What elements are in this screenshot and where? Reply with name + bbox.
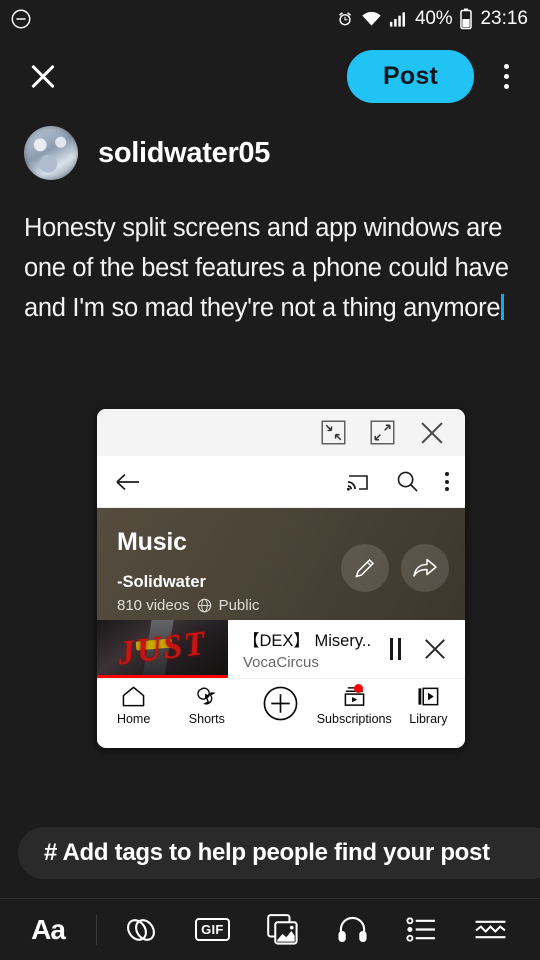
plus-circle-icon: [262, 685, 299, 722]
text-format-button[interactable]: Aa: [0, 914, 96, 946]
composer-toolbar: Post: [0, 38, 540, 114]
mini-player-title: 【DEX】 Misery..: [243, 632, 372, 650]
pause-icon[interactable]: [390, 638, 401, 660]
battery-icon: [459, 8, 473, 30]
playlist-banner: Music -Solidwater 810 videos Public: [97, 508, 465, 620]
nav-label: Library: [409, 712, 448, 726]
kebab-menu-icon[interactable]: [445, 472, 449, 491]
window-chrome: [97, 409, 465, 456]
cell-signal-icon: [389, 10, 408, 28]
app-bar: [97, 456, 465, 508]
mini-player-thumbnail[interactable]: JUST: [97, 620, 228, 678]
playlist-video-count: 810 videos: [117, 597, 190, 614]
mini-player-controls: [384, 620, 465, 678]
image-icon[interactable]: [267, 914, 300, 945]
poll-list-icon[interactable]: [406, 915, 437, 944]
author-row: solidwater05: [0, 114, 540, 180]
composer-bottom-toolbar: Aa GIF: [0, 898, 540, 960]
post-text-value: Honesty split screens and app windows ar…: [24, 214, 516, 322]
globe-icon: [197, 598, 212, 613]
home-icon: [121, 685, 146, 708]
arrows-out-icon[interactable]: [370, 420, 395, 445]
text-caret: [501, 294, 505, 320]
nav-item-create[interactable]: [243, 685, 316, 726]
playback-progress-bar: [97, 675, 228, 678]
post-text-input[interactable]: Honesty split screens and app windows ar…: [0, 180, 540, 328]
author-username: solidwater05: [98, 136, 271, 169]
mini-player-info[interactable]: 【DEX】 Misery.. VocaCircus: [228, 620, 384, 678]
kebab-menu-icon[interactable]: [488, 63, 524, 89]
add-tags-field[interactable]: # Add tags to help people find your post: [18, 827, 540, 879]
close-icon[interactable]: [26, 59, 60, 93]
share-arrow-icon[interactable]: [401, 544, 449, 592]
status-bar-left: [10, 8, 32, 30]
gif-label: GIF: [195, 918, 230, 941]
post-button[interactable]: Post: [347, 49, 474, 103]
nav-item-home[interactable]: Home: [97, 685, 170, 726]
playlist-actions: [341, 544, 449, 592]
wifi-icon: [361, 10, 382, 28]
insert-icons: GIF: [97, 914, 540, 945]
mini-player[interactable]: JUST 【DEX】 Misery.. VocaCircus: [97, 620, 465, 678]
nav-label: Subscriptions: [316, 712, 392, 726]
arrows-in-icon[interactable]: [321, 420, 346, 445]
clock-time: 23:16: [480, 8, 528, 29]
nav-item-subscriptions[interactable]: Subscriptions: [316, 684, 392, 726]
search-icon[interactable]: [396, 470, 419, 493]
link-icon[interactable]: [124, 915, 158, 945]
close-icon[interactable]: [423, 637, 447, 661]
notification-badge: [353, 684, 363, 693]
close-icon[interactable]: [419, 420, 445, 446]
avatar[interactable]: [24, 126, 78, 180]
status-bar: 40% 23:16: [0, 0, 540, 38]
embedded-app-window[interactable]: Music -Solidwater 810 videos Public JUST…: [97, 409, 465, 748]
thumbnail-text: JUST: [115, 624, 209, 673]
nav-label: Home: [116, 712, 151, 726]
nav-label: Shorts: [188, 712, 225, 726]
alarm-clock-icon: [336, 10, 354, 28]
back-arrow-icon[interactable]: [115, 471, 141, 493]
library-icon: [416, 685, 441, 708]
playlist-privacy: Public: [218, 597, 260, 614]
playlist-meta: 810 videos Public: [117, 597, 465, 614]
shorts-icon: [194, 685, 219, 708]
nav-item-shorts[interactable]: Shorts: [170, 685, 243, 726]
squiggle-icon[interactable]: [474, 916, 507, 943]
status-bar-right: 40% 23:16: [336, 8, 528, 30]
minus-circle-icon: [10, 8, 32, 30]
battery-percent: 40%: [415, 8, 453, 29]
gif-icon[interactable]: GIF: [195, 918, 230, 941]
mini-player-channel: VocaCircus: [243, 654, 319, 671]
headphones-icon[interactable]: [337, 915, 368, 944]
app-bottom-nav: Home Shorts Subscriptions Library: [97, 678, 465, 743]
nav-item-library[interactable]: Library: [392, 685, 465, 726]
pencil-icon[interactable]: [341, 544, 389, 592]
cast-icon[interactable]: [346, 471, 370, 492]
